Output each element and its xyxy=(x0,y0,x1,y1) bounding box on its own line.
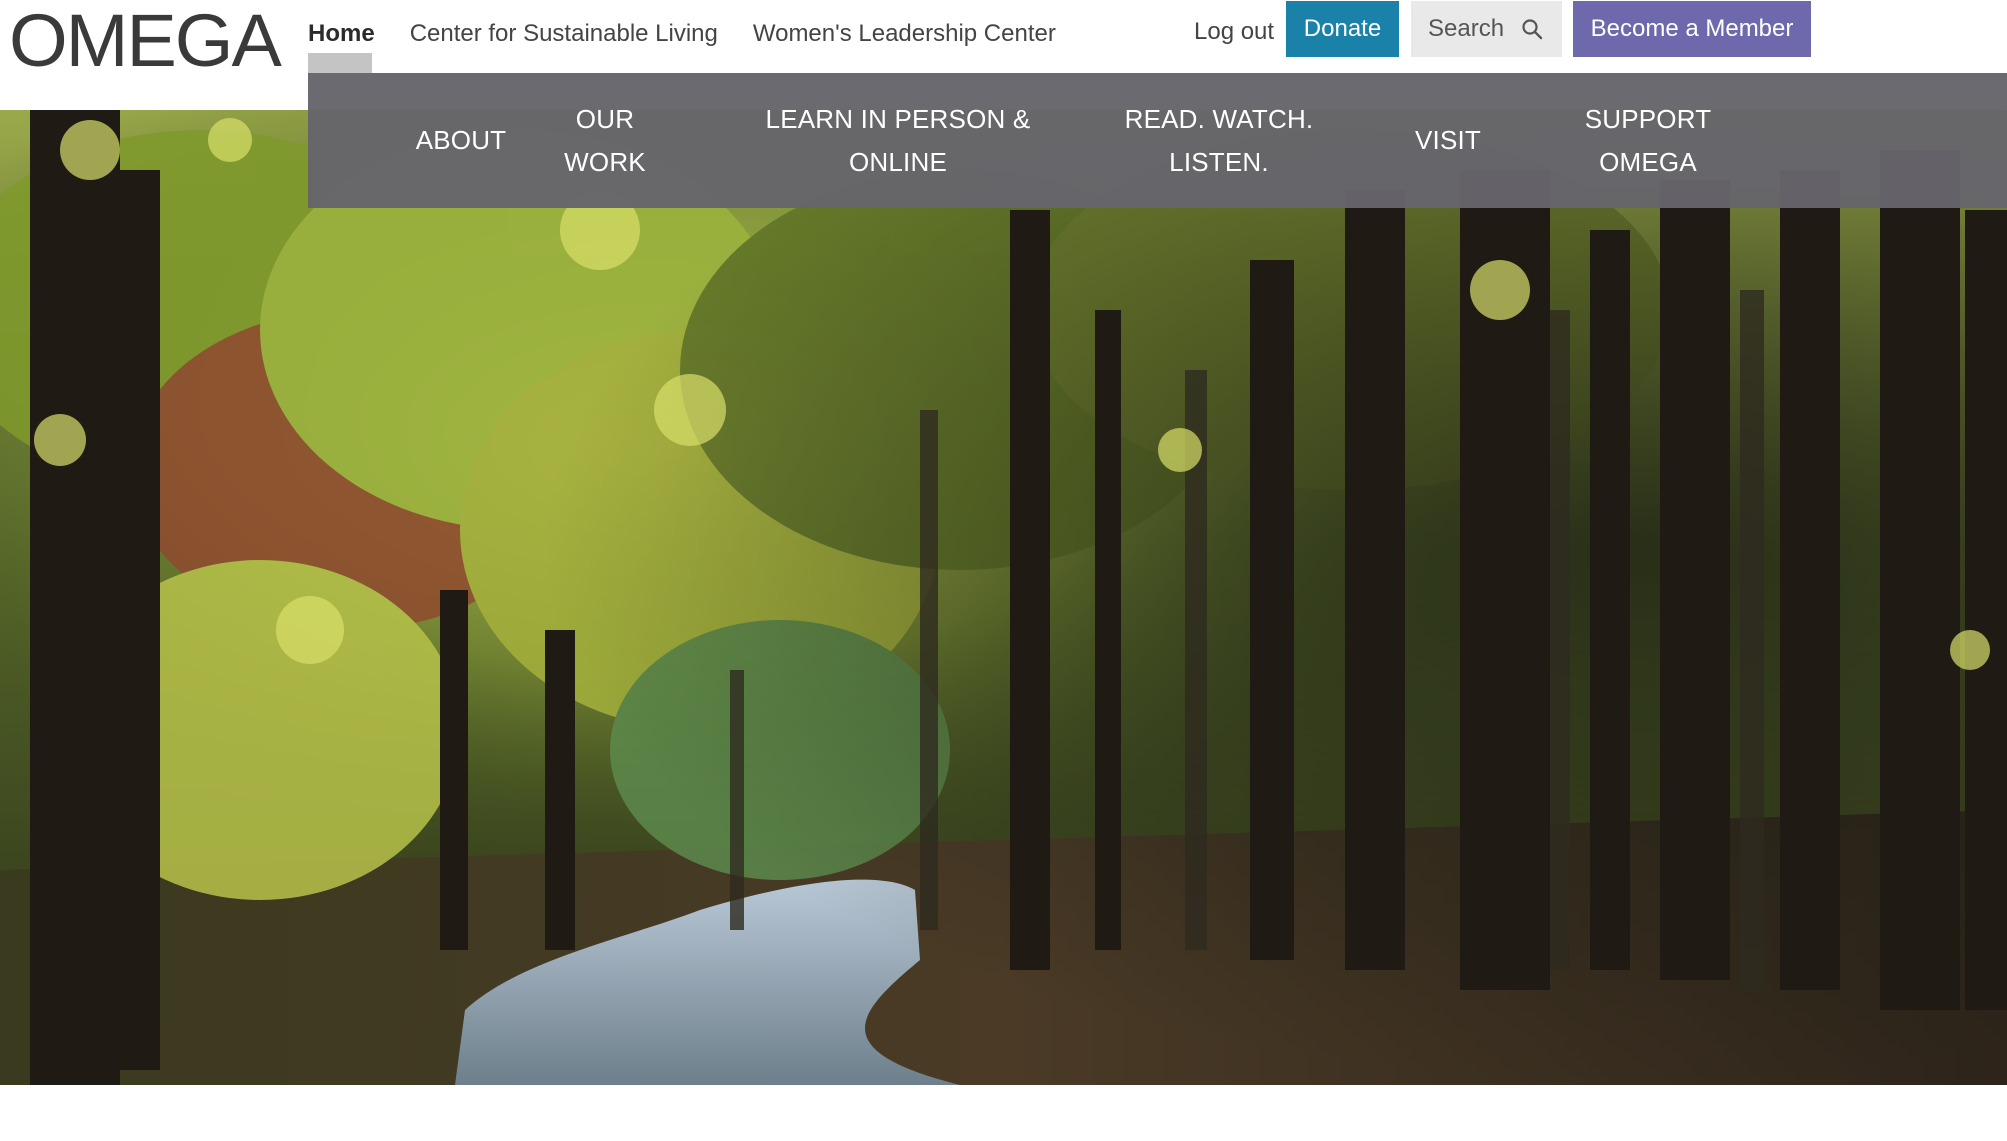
site-nav-home[interactable]: Home xyxy=(308,0,375,73)
main-nav-visit[interactable]: VISIT xyxy=(1388,73,1508,208)
main-nav-visit-label: VISIT xyxy=(1414,125,1481,155)
search-icon xyxy=(1522,19,1543,40)
main-nav-learn-label: LEARN IN PERSON & ONLINE xyxy=(765,103,1031,177)
main-nav-read-watch-listen[interactable]: READ. WATCH. LISTEN. xyxy=(1108,73,1330,208)
search-label: Search xyxy=(1428,15,1505,42)
active-tab-indicator xyxy=(308,53,372,73)
site-nav-womens-leadership[interactable]: Women's Leadership Center xyxy=(753,0,1056,48)
site-nav-sustainable-living[interactable]: Center for Sustainable Living xyxy=(410,0,718,48)
main-nav-support-omega-label: SUPPORT OMEGA xyxy=(1584,103,1712,177)
main-nav-about-label: ABOUT xyxy=(415,125,507,155)
site-nav-home-label: Home xyxy=(308,20,375,47)
hero-image xyxy=(0,110,2007,1085)
donate-button[interactable]: Donate xyxy=(1286,1,1399,57)
omega-logo[interactable]: OMEGA xyxy=(9,4,282,78)
site-nav: Home Center for Sustainable Living Women… xyxy=(308,0,1091,73)
main-nav-read-watch-listen-label: READ. WATCH. LISTEN. xyxy=(1124,103,1314,177)
search-button[interactable]: Search xyxy=(1411,1,1562,57)
main-nav-support-omega[interactable]: SUPPORT OMEGA xyxy=(1558,73,1738,208)
main-nav-about[interactable]: ABOUT xyxy=(352,73,570,208)
logout-link[interactable]: Log out xyxy=(1194,18,1274,46)
top-bar: OMEGA Home Center for Sustainable Living… xyxy=(0,0,2007,78)
become-member-button[interactable]: Become a Member xyxy=(1573,1,1811,57)
main-nav-our-work-label: OUR WORK xyxy=(564,103,646,177)
site-nav-sustainable-living-label: Center for Sustainable Living xyxy=(409,20,718,47)
main-nav: ABOUT OUR WORK LEARN IN PERSON & ONLINE … xyxy=(308,73,2007,208)
page-bottom xyxy=(0,1085,2007,1141)
main-nav-learn[interactable]: LEARN IN PERSON & ONLINE xyxy=(728,73,1068,208)
logo-backdrop xyxy=(0,73,308,110)
main-nav-our-work[interactable]: OUR WORK xyxy=(540,73,670,208)
site-nav-womens-leadership-label: Women's Leadership Center xyxy=(752,20,1056,47)
